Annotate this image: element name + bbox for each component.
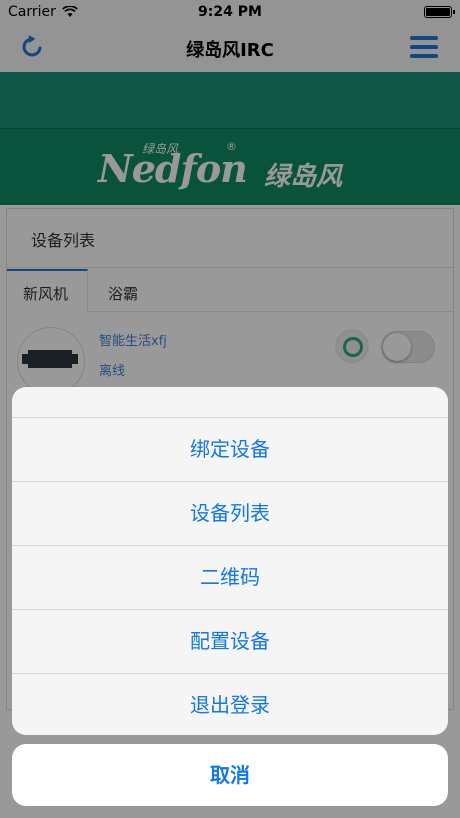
action-device-list[interactable]: 设备列表 [12,482,448,546]
action-sheet-header [12,387,448,418]
action-sheet: 绑定设备 设备列表 二维码 配置设备 退出登录 [12,387,448,735]
action-qr-code[interactable]: 二维码 [12,546,448,610]
action-configure-device[interactable]: 配置设备 [12,610,448,674]
action-bind-device[interactable]: 绑定设备 [12,418,448,482]
action-logout[interactable]: 退出登录 [12,674,448,735]
cancel-button[interactable]: 取消 [12,744,448,806]
